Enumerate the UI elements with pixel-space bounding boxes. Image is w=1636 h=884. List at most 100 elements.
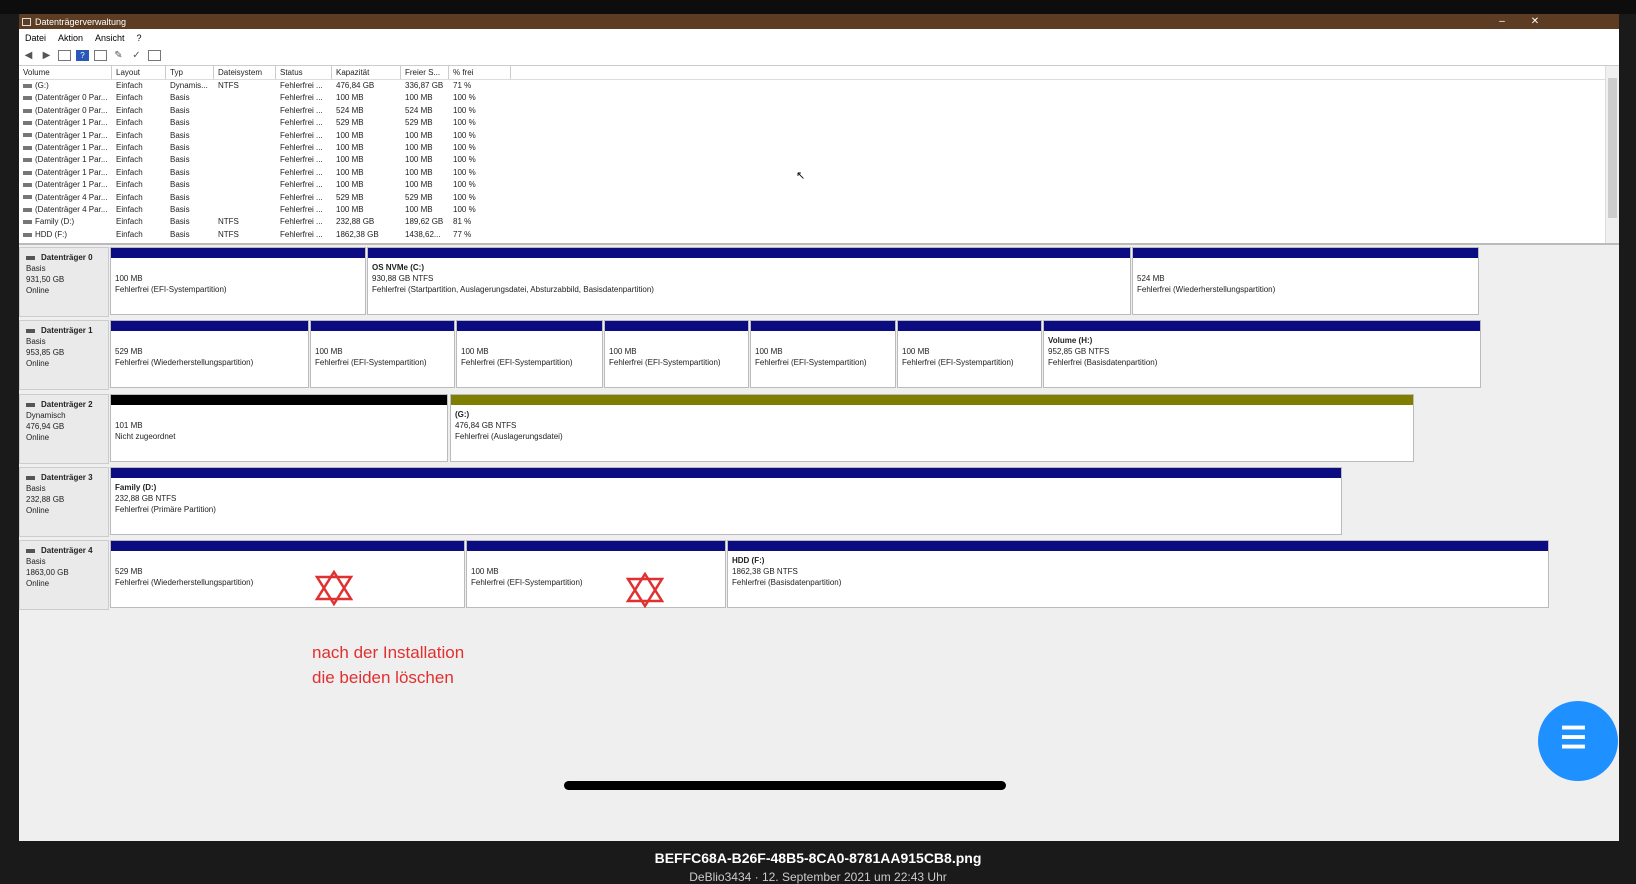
disk-label[interactable]: Datenträger 2 Dynamisch 476,94 GB Online [19, 394, 109, 464]
partition-block[interactable]: 100 MB Fehlerfrei (EFI-Systempartition) [456, 320, 603, 388]
disk-label[interactable]: Datenträger 0 Basis 931,50 GB Online [19, 247, 109, 317]
table-row[interactable]: (Datenträger 1 Par... Einfach Basis Fehlerf… [19, 142, 1619, 154]
table-cell: Fehlerfrei ... [276, 105, 332, 117]
table-row[interactable]: (Datenträger 0 Par... Einfach Basis Fehlerf… [19, 92, 1619, 104]
table-cell: Fehlerfrei ... [276, 130, 332, 142]
table-row[interactable]: (Datenträger 1 Par... Einfach Basis Fehlerf… [19, 117, 1619, 129]
partition-bar [311, 321, 454, 331]
partition-block[interactable]: (G:) 476,84 GB NTFS Fehlerfrei (Auslagerun… [450, 394, 1414, 462]
scrollbar-thumb[interactable] [1608, 78, 1617, 218]
partition-block[interactable]: 100 MB Fehlerfrei (EFI-Systempartition) [110, 247, 366, 315]
menu-ansicht[interactable]: Ansicht [95, 33, 125, 43]
table-cell: NTFS [214, 229, 276, 241]
cell-text: Basis [170, 130, 190, 140]
table-row[interactable]: Family (D:) Einfach Basis NTFS Fehlerfrei ..… [19, 216, 1619, 228]
table-cell: Basis [166, 204, 214, 216]
partition-size: 100 MB [115, 274, 143, 283]
partition-block[interactable]: Volume (H:) 952,85 GB NTFS Fehlerfrei (Bas… [1043, 320, 1481, 388]
table-cell: 100 % [449, 154, 511, 166]
list-view-icon[interactable] [58, 50, 71, 61]
volume-list-scrollbar[interactable] [1605, 66, 1619, 243]
table-row[interactable]: (Datenträger 1 Par... Einfach Basis Fehlerf… [19, 167, 1619, 179]
partition-block[interactable]: 100 MB Fehlerfrei (EFI-Systempartition) [750, 320, 896, 388]
col-volume[interactable]: Volume [19, 66, 112, 79]
partition-name [755, 335, 895, 346]
table-row[interactable]: (Datenträger 1 Par... Einfach Basis Fehlerf… [19, 154, 1619, 166]
disk-label[interactable]: Datenträger 4 Basis 1863,00 GB Online [19, 540, 109, 610]
table-row[interactable]: (G:) Einfach Dynamis... NTFS Fehlerfrei ... 4… [19, 80, 1619, 92]
col-typ[interactable]: Typ [166, 66, 214, 79]
table-cell: Basis [166, 192, 214, 204]
partition-block[interactable]: 101 MB Nicht zugeordnet [110, 394, 448, 462]
table-row[interactable]: (Datenträger 0 Par... Einfach Basis Fehlerf… [19, 105, 1619, 117]
table-row[interactable]: (Datenträger 4 Par... Einfach Basis Fehlerf… [19, 204, 1619, 216]
partition-block[interactable]: 100 MB Fehlerfrei (EFI-Systempartition) [310, 320, 455, 388]
partition-block[interactable]: 524 MB Fehlerfrei (Wiederherstellungspart… [1132, 247, 1479, 315]
close-button[interactable]: ✕ [1520, 14, 1550, 29]
partition-name: Family (D:) [115, 483, 157, 492]
cell-text: NTFS [218, 229, 239, 239]
menu-aktion[interactable]: Aktion [58, 33, 83, 43]
volume-icon [23, 232, 32, 237]
minimize-button[interactable]: – [1487, 14, 1517, 29]
table-row[interactable]: (Datenträger 4 Par... Einfach Basis Fehlerf… [19, 192, 1619, 204]
partition-block[interactable]: 100 MB Fehlerfrei (EFI-Systempartition) [466, 540, 726, 608]
cell-text: 100 % [453, 204, 476, 214]
table-row[interactable]: (Datenträger 1 Par... Einfach Basis Fehlerf… [19, 130, 1619, 142]
cell-text: Fehlerfrei ... [280, 192, 323, 202]
cell-text: Basis [170, 180, 190, 190]
table-cell: 100 % [449, 204, 511, 216]
disk-name-row: Datenträger 3 [26, 472, 108, 483]
details-icon[interactable] [94, 50, 107, 61]
disk-row: Datenträger 0 Basis 931,50 GB Online 100 MB F… [19, 247, 1619, 317]
menu-icon[interactable]: ☰ [1538, 701, 1618, 781]
partition-block[interactable]: 100 MB Fehlerfrei (EFI-Systempartition) [604, 320, 749, 388]
home-indicator[interactable] [564, 781, 1006, 790]
col-freier-speicher[interactable]: Freier S... [401, 66, 449, 79]
disk-label[interactable]: Datenträger 3 Basis 232,88 GB Online [19, 467, 109, 537]
table-cell: 524 MB [401, 105, 449, 117]
partition-block[interactable]: 529 MB Fehlerfrei (Wiederherstellungspart… [110, 540, 465, 608]
col-prozent-frei[interactable]: % frei [449, 66, 511, 79]
col-status[interactable]: Status [276, 66, 332, 79]
volume-icon [23, 121, 32, 126]
col-kapazitaet[interactable]: Kapazität [332, 66, 401, 79]
table-cell: (Datenträger 0 Par... [19, 92, 112, 104]
menu-datei[interactable]: Datei [25, 33, 46, 43]
forward-arrow-icon[interactable]: ▶ [40, 50, 53, 61]
partition-block[interactable]: 100 MB Fehlerfrei (EFI-Systempartition) [897, 320, 1042, 388]
table-row[interactable]: HDD (F:) Einfach Basis NTFS Fehlerfrei ... 18… [19, 229, 1619, 241]
col-dateisystem[interactable]: Dateisystem [214, 66, 276, 79]
partition-info: 100 MB Fehlerfrei (EFI-Systempartition) [111, 258, 365, 295]
partition-block[interactable]: 529 MB Fehlerfrei (Wiederherstellungspart… [110, 320, 309, 388]
partition-block[interactable]: HDD (F:) 1862,38 GB NTFS Fehlerfrei (Basis… [727, 540, 1549, 608]
table-row[interactable]: (Datenträger 1 Par... Einfach Basis Fehlerf… [19, 179, 1619, 191]
disk-state: Online [26, 359, 50, 368]
disk-size: 953,85 GB [26, 348, 65, 357]
back-arrow-icon[interactable]: ◀ [22, 50, 35, 61]
help-icon[interactable]: ? [76, 50, 89, 61]
partition-size: 100 MB [755, 347, 783, 356]
partition-name [115, 335, 308, 346]
connect-icon[interactable]: ✎ [112, 50, 125, 61]
table-cell: Einfach [112, 192, 166, 204]
partition-block[interactable]: OS NVMe (C:) 930,88 GB NTFS Fehlerfrei (St… [367, 247, 1131, 315]
partition-status: Fehlerfrei (EFI-Systempartition) [115, 285, 227, 294]
partition-info: OS NVMe (C:) 930,88 GB NTFS Fehlerfrei (St… [368, 258, 1130, 295]
cell-text: Dynamis... [170, 81, 208, 90]
disk-name: Datenträger 1 [41, 326, 93, 335]
table-cell: Fehlerfrei ... [276, 167, 332, 179]
menu-help[interactable]: ? [137, 33, 142, 43]
partition-size: 952,85 GB NTFS [1048, 347, 1110, 356]
table-cell: Einfach [112, 80, 166, 92]
cell-text: 529 MB [336, 118, 364, 128]
disk-label[interactable]: Datenträger 1 Basis 953,85 GB Online [19, 320, 109, 390]
table-cell: 232,88 GB [332, 216, 401, 228]
col-layout[interactable]: Layout [112, 66, 166, 79]
check-icon[interactable]: ✓ [130, 50, 143, 61]
cell-text: 529 MB [336, 192, 364, 202]
partition-bar [751, 321, 895, 331]
properties-icon[interactable] [148, 50, 161, 61]
partition-block[interactable]: Family (D:) 232,88 GB NTFS Fehlerfrei (Pri… [110, 467, 1342, 535]
table-cell: Fehlerfrei ... [276, 192, 332, 204]
